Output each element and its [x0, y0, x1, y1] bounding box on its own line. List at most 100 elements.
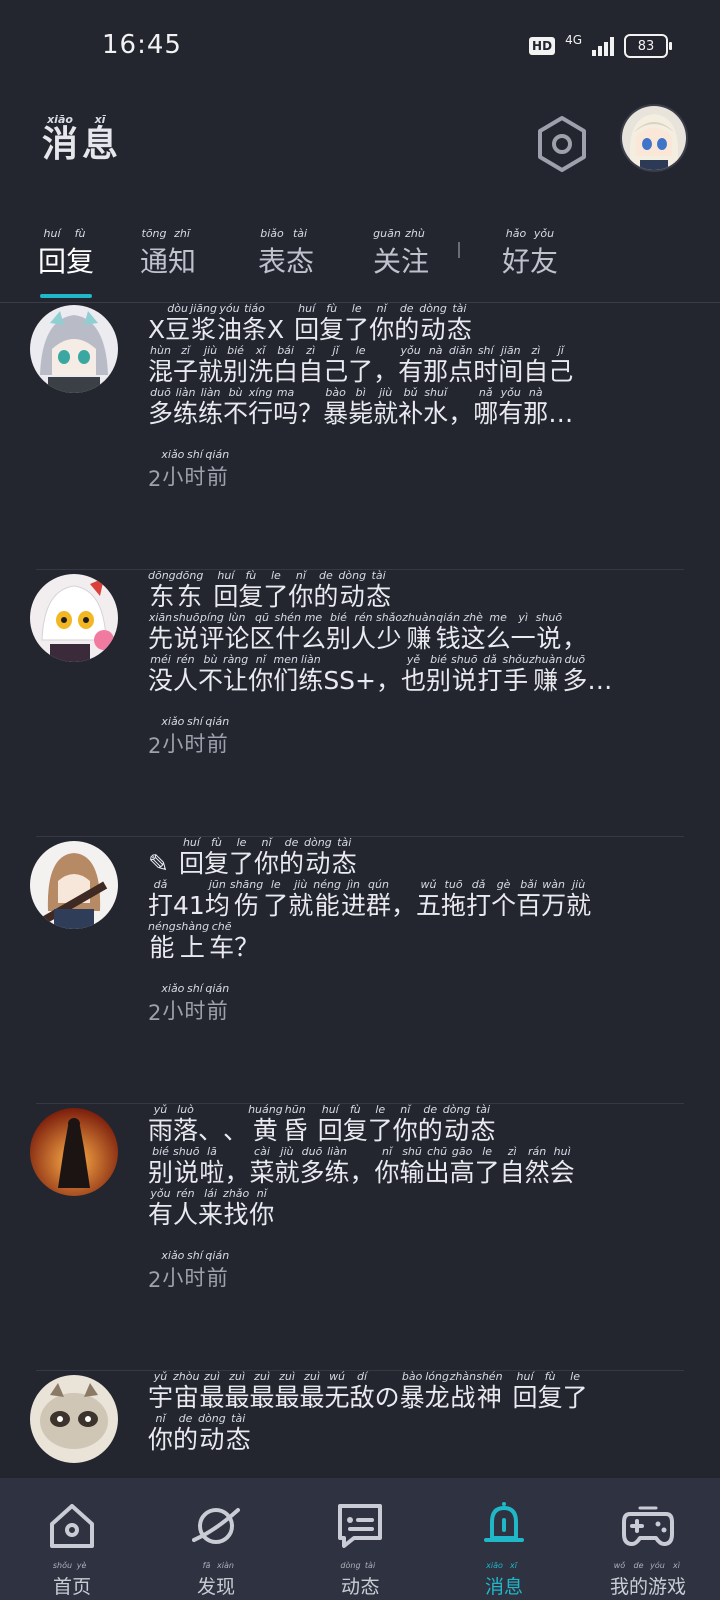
ruby-char: jǐ 己: [323, 345, 348, 387]
pinyin: dōng: [148, 569, 176, 582]
ruby-char: wú 无: [325, 1371, 350, 1413]
ruby-char: me 么: [301, 612, 326, 654]
hanzi: 关: [373, 245, 402, 278]
tab-notifications[interactable]: tōng 通 zhī 知: [140, 228, 196, 280]
pinyin: bié: [330, 611, 347, 624]
nav-discover[interactable]: fā 发 xiàn 现: [144, 1478, 288, 1600]
tab-reactions[interactable]: biǎo 表 tài 态: [258, 228, 314, 280]
list-item[interactable]: ✎ huí 回 fù 复 le 了 nǐ 你 de 的 dòng 动 tài 态 dǎ 打 41 jūn 均 sh…: [0, 837, 720, 1104]
pinyin: [385, 1371, 389, 1383]
pinyin: tài: [364, 1561, 376, 1570]
message-header: yǔ 雨 luò 落 、 、 huáng 黄 hūn 昏 huí 回 fù 复 le 了 nǐ 你 de 的 dò…: [148, 1104, 670, 1146]
message-body: yǔ 雨 luò 落 、 、 huáng 黄 hūn 昏 huí 回 fù 复 le 了 nǐ 你 de 的 dò…: [148, 1104, 670, 1293]
pinyin: yì: [518, 611, 528, 624]
user-avatar[interactable]: [620, 104, 688, 172]
list-item[interactable]: Xdòu 豆 jiāng 浆 yóu 油 tiáo 条 X huí 回 fù 复 le 了 nǐ 你 de 的 d…: [0, 303, 720, 570]
hanzi: 人: [173, 666, 199, 695]
avatar[interactable]: [30, 1108, 118, 1196]
ruby-char: le 了: [263, 879, 288, 921]
hanzi: 浆: [191, 315, 217, 344]
hanzi: ？: [298, 399, 324, 428]
avatar[interactable]: [30, 841, 118, 929]
pinyin: qián: [205, 982, 230, 995]
network-type: 4G: [565, 33, 582, 47]
tab-follows[interactable]: guān 关 zhù 注: [373, 228, 429, 280]
ruby-char: xì 戏: [667, 1560, 686, 1599]
pinyin: rén: [176, 1187, 195, 1200]
hanzi: ，: [448, 399, 474, 428]
hanzi: 小: [162, 732, 184, 756]
hanzi: 上: [179, 933, 205, 962]
pinyin: shí: [187, 448, 203, 461]
nav-messages[interactable]: xiāo 消 xī 息: [432, 1478, 576, 1600]
pinyin: shí: [187, 1249, 203, 1262]
avatar[interactable]: [30, 574, 118, 662]
ruby-char: tài 态: [447, 303, 472, 345]
nav-label: wǒ 我 de 的 yóu 游 xì 戏: [610, 1560, 686, 1599]
list-item[interactable]: yǔ 宇 zhòu 宙 zuì 最 zuì 最 zuì 最 zuì 最 zuì 最 wú 无 dí 敌 の bào 暴…: [0, 1371, 720, 1477]
message-body: ✎ huí 回 fù 复 le 了 nǐ 你 de 的 dòng 动 tài 态 dǎ 打 41 jūn 均 sh…: [148, 836, 670, 1026]
ruby-char: chē 车: [209, 921, 234, 963]
hanzi: [170, 849, 178, 879]
ruby-char: huáng 黄: [248, 1104, 283, 1146]
hanzi: 拖: [441, 891, 467, 920]
pinyin: [559, 387, 563, 399]
hanzi: 车: [209, 933, 235, 962]
pinyin: xǐ: [255, 344, 266, 357]
hanzi: 游: [648, 1576, 668, 1598]
ruby-char: zhī 知: [168, 228, 196, 280]
pinyin: cài: [254, 1145, 270, 1158]
reply-list[interactable]: Xdòu 豆 jiāng 浆 yóu 油 tiáo 条 X huí 回 fù 复 le 了 nǐ 你 de 的 d…: [0, 303, 720, 1477]
avatar[interactable]: [30, 305, 118, 393]
settings-button[interactable]: [532, 114, 592, 174]
avatar[interactable]: [30, 1375, 118, 1463]
nav-feed[interactable]: dòng 动 tài 态: [288, 1478, 432, 1600]
hanzi: 回: [512, 1383, 538, 1412]
hanzi: 们: [273, 666, 299, 695]
hanzi: …: [548, 399, 574, 428]
pinyin: huì: [553, 1145, 571, 1158]
ruby-char: fā 发: [197, 1560, 216, 1599]
ruby-char: qū 区: [249, 612, 274, 654]
hanzi: 知: [168, 245, 197, 278]
pinyin: dòng: [304, 836, 332, 849]
ruby-char: zuì 最: [300, 1371, 325, 1413]
hanzi: 说: [536, 624, 562, 653]
pinyin: tài: [292, 227, 308, 240]
tab-friends[interactable]: hǎo 好 yǒu 友: [502, 228, 558, 280]
hanzi: 说: [173, 624, 199, 653]
ruby-char: fù 复: [343, 1104, 368, 1146]
hanzi: 了: [344, 315, 370, 344]
pinyin: yǒu: [533, 227, 555, 240]
hanzi: 宙: [173, 1383, 199, 1412]
ruby-char: xíng 行: [248, 387, 273, 429]
nav-my-games[interactable]: wǒ 我 de 的 yóu 游 xì 戏: [576, 1478, 720, 1600]
pinyin: dòu: [167, 303, 188, 315]
list-item[interactable]: yǔ 雨 luò 落 、 、 huáng 黄 hūn 昏 huí 回 fù 复 le 了 nǐ 你 de 的 dò…: [0, 1104, 720, 1371]
ruby-char: bǎi 百: [516, 879, 541, 921]
nav-home[interactable]: shǒu 首 yè 页: [0, 1478, 144, 1600]
pinyin: [360, 1146, 364, 1158]
hanzi: 让: [223, 666, 249, 695]
pinyin: gè: [496, 878, 511, 891]
tab-divider: [458, 242, 460, 258]
ruby-char: zhòu 宙: [173, 1371, 199, 1413]
ruby-char: bì 毙: [348, 387, 373, 429]
battery-icon: 83: [624, 34, 672, 58]
hanzi: 水: [423, 399, 449, 428]
pinyin: fù: [326, 303, 338, 315]
tab-replies[interactable]: huí 回 fù 复: [38, 228, 94, 280]
ruby-char: jiāng 浆: [190, 303, 217, 345]
list-item[interactable]: dōng 东 dōng 东 huí 回 fù 复 le 了 nǐ 你 de 的 dòng 动 tài 态 xiā…: [0, 570, 720, 837]
hanzi: 了: [474, 1158, 500, 1187]
nav-label: shǒu 首 yè 页: [53, 1560, 91, 1599]
pinyin: bié: [227, 344, 244, 357]
pinyin: liàn: [175, 386, 196, 399]
pinyin: nà: [528, 386, 543, 399]
message-text-line: hùn 混 zǐ 子 jiù 就 bié 别 xǐ 洗 bái 白 zì 自 jǐ 己 le 了 ， yǒu 有 nà 那…: [148, 345, 670, 387]
ruby-char: de 的: [279, 837, 304, 879]
pinyin: duō: [301, 1145, 323, 1158]
pinyin: zhǎo: [223, 1187, 250, 1200]
hanzi: 能: [149, 933, 175, 962]
message-header: yǔ 宇 zhòu 宙 zuì 最 zuì 最 zuì 最 zuì 最 zuì 最 wú 无 dí 敌 の bào 暴…: [148, 1371, 670, 1413]
